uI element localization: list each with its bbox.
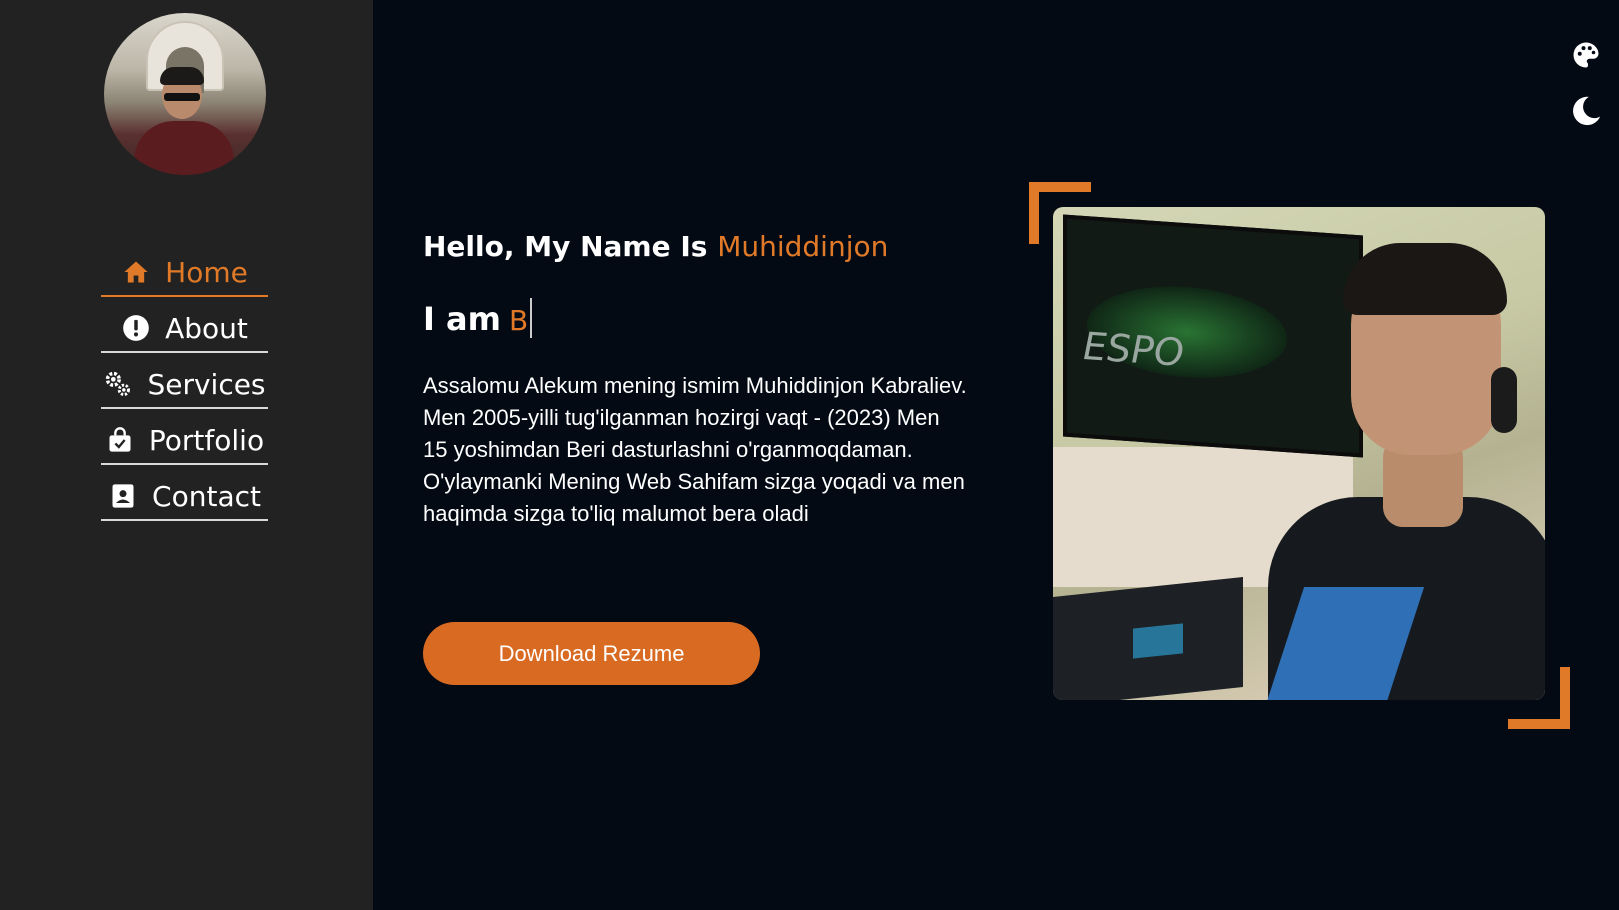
profile-photo: ESPO	[1053, 207, 1545, 700]
iam-prefix: I am	[423, 300, 501, 338]
theme-controls	[1569, 38, 1603, 128]
nav-item-about[interactable]: About	[101, 297, 268, 353]
typing-cursor	[530, 298, 533, 338]
hero-name: Muhiddinjon	[717, 230, 889, 263]
typed-text: B	[508, 304, 529, 337]
nav-item-contact[interactable]: Contact	[101, 465, 268, 521]
exclamation-circle-icon	[121, 313, 151, 343]
palette-icon[interactable]	[1569, 38, 1603, 72]
greeting-text: Hello, My Name Is	[423, 230, 708, 263]
download-resume-button[interactable]: Download Rezume	[423, 622, 760, 685]
moon-icon[interactable]	[1569, 94, 1603, 128]
main-nav: Home About Services Portfolio Contact	[101, 241, 268, 521]
avatar	[104, 13, 266, 175]
typed-role: I am B	[423, 298, 533, 338]
nav-item-portfolio[interactable]: Portfolio	[101, 409, 268, 465]
nav-item-home[interactable]: Home	[101, 241, 268, 297]
greeting: Hello, My Name Is Muhiddinjon	[423, 230, 888, 263]
nav-item-label: Home	[165, 255, 248, 289]
shopping-bag-check-icon	[105, 425, 135, 455]
photo-frame-corner-bottom-right	[1508, 667, 1570, 729]
sidebar: Home About Services Portfolio Contact	[0, 0, 373, 910]
nav-item-label: Services	[147, 367, 266, 401]
home-icon	[121, 257, 151, 287]
nav-item-services[interactable]: Services	[101, 353, 268, 409]
contact-card-icon	[108, 481, 138, 511]
nav-item-label: Portfolio	[148, 423, 265, 457]
nav-item-label: About	[165, 311, 248, 345]
nav-item-label: Contact	[152, 479, 261, 513]
gears-icon	[103, 369, 133, 399]
hero-description: Assalomu Alekum mening ismim Muhiddinjon…	[423, 373, 967, 526]
